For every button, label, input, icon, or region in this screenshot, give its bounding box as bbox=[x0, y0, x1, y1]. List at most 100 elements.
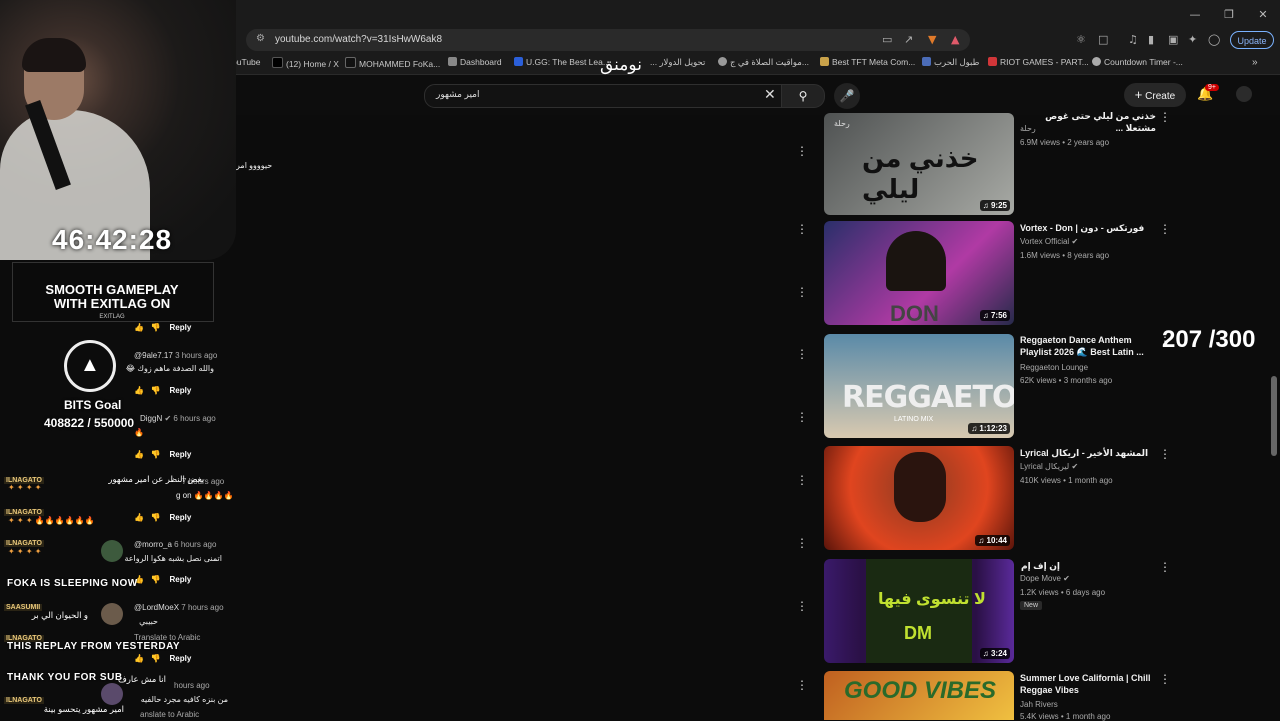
verified-icon: ✔ bbox=[1071, 462, 1079, 471]
video-thumbnail[interactable]: GOOD VIBES bbox=[824, 671, 1014, 720]
like-icon[interactable]: 👍 bbox=[134, 654, 144, 663]
bookmark-tft-meta[interactable]: Best TFT Meta Com... bbox=[820, 57, 915, 67]
comment-more-icon[interactable]: ⋮ bbox=[796, 285, 808, 299]
video-channel[interactable]: Vortex Official ✔ bbox=[1020, 237, 1078, 246]
like-icon[interactable]: 👍 bbox=[134, 323, 144, 332]
create-label: Create bbox=[1145, 91, 1176, 102]
create-button[interactable]: + Create bbox=[1124, 83, 1186, 107]
reply-button[interactable]: Reply bbox=[170, 450, 192, 459]
bookmark-prayer-times[interactable]: مواقيت الصلاة في ج... bbox=[718, 57, 809, 68]
vpn-icon[interactable]: ◯ bbox=[1208, 33, 1220, 46]
dislike-icon[interactable]: 👎 bbox=[151, 450, 161, 459]
close-icon[interactable]: ✕ bbox=[1246, 8, 1280, 21]
bookmark-tiktok[interactable]: MOHAMMED FoKa... bbox=[345, 57, 440, 69]
thumbnail-text: GOOD VIBES bbox=[844, 677, 997, 704]
video-duration: ♫ 1:12:23 bbox=[968, 423, 1010, 434]
share-icon[interactable]: ↗ bbox=[904, 33, 913, 46]
video-title[interactable]: إن إف إم bbox=[1020, 560, 1060, 572]
search-query[interactable]: امير مشهور bbox=[436, 89, 480, 100]
dislike-icon[interactable]: 👎 bbox=[151, 386, 161, 395]
video-title[interactable]: Lyrical المشهد الأخير - اريكال bbox=[1020, 447, 1156, 459]
commenter-avatar[interactable] bbox=[101, 603, 123, 625]
video-channel[interactable]: رحلة bbox=[1020, 124, 1036, 133]
bookmarks-overflow-icon[interactable]: » bbox=[1252, 57, 1258, 68]
video-thumbnail[interactable]: DON ♫ 7:56 bbox=[824, 221, 1014, 325]
video-channel[interactable]: Lyrical ليريكال ✔ bbox=[1020, 462, 1078, 471]
video-more-icon[interactable]: ⋮ bbox=[1159, 110, 1171, 124]
update-button[interactable]: Update bbox=[1230, 31, 1274, 49]
url-text[interactable]: youtube.com/watch?v=31IsHwW6ak8 bbox=[275, 34, 442, 45]
extensions-icon[interactable]: ⚛ bbox=[1076, 33, 1086, 46]
comment-more-icon[interactable]: ⋮ bbox=[796, 678, 808, 692]
video-duration: ♫ 9:25 bbox=[979, 200, 1010, 211]
bookmark-youtube[interactable]: ouTube bbox=[232, 57, 261, 67]
reader-icon[interactable]: □ bbox=[1098, 33, 1108, 46]
translate-link[interactable]: anslate to Arabic bbox=[140, 710, 199, 719]
comment-time: hours ago bbox=[174, 681, 210, 690]
sidebar-icon[interactable]: ▮ bbox=[1148, 33, 1154, 46]
video-title[interactable]: Summer Love California | Chill Reggae Vi… bbox=[1020, 672, 1156, 696]
dislike-icon[interactable]: 👎 bbox=[151, 323, 161, 332]
chat-username: ILNAGATO bbox=[4, 509, 44, 516]
bookmark-currency[interactable]: تحويل الدولار ... bbox=[650, 57, 705, 68]
comment-more-icon[interactable]: ⋮ bbox=[796, 144, 808, 158]
video-channel[interactable]: Jah Rivers bbox=[1020, 700, 1058, 709]
video-more-icon[interactable]: ⋮ bbox=[1159, 560, 1171, 574]
video-more-icon[interactable]: ⋮ bbox=[1159, 447, 1171, 461]
comment-more-icon[interactable]: ⋮ bbox=[796, 536, 808, 550]
comment-handle[interactable]: @LordMoeX bbox=[134, 603, 179, 612]
comment-more-icon[interactable]: ⋮ bbox=[796, 222, 808, 236]
like-icon[interactable]: 👍 bbox=[134, 386, 144, 395]
reply-button[interactable]: Reply bbox=[170, 654, 192, 663]
bookmark-x-home[interactable]: (12) Home / X bbox=[272, 57, 339, 69]
scrollbar-thumb[interactable] bbox=[1271, 376, 1277, 456]
reply-button[interactable]: Reply bbox=[170, 386, 192, 395]
dislike-icon[interactable]: 👎 bbox=[151, 575, 161, 584]
video-more-icon[interactable]: ⋮ bbox=[1159, 672, 1171, 686]
account-avatar[interactable] bbox=[1236, 86, 1252, 102]
video-title[interactable]: خذني من ليلي حتى غوص مشتعلا ... bbox=[1020, 110, 1156, 134]
video-thumbnail[interactable]: لا تنسوى فيها DM ♫ 3:24 bbox=[824, 559, 1014, 663]
bookmark-countdown[interactable]: Countdown Timer -... bbox=[1092, 57, 1183, 67]
like-icon[interactable]: 👍 bbox=[134, 513, 144, 522]
site-info-icon[interactable]: ⚙ bbox=[256, 33, 265, 44]
restore-icon[interactable]: ❐ bbox=[1212, 8, 1246, 21]
comment-more-icon[interactable]: ⋮ bbox=[796, 599, 808, 613]
cast-icon[interactable]: ▭ bbox=[882, 33, 892, 46]
video-title[interactable]: Vortex - Don | فورتكس - دون bbox=[1020, 222, 1156, 234]
video-title[interactable]: Reggaeton Dance Anthem Playlist 2026 🌊 B… bbox=[1020, 334, 1156, 358]
comment-handle[interactable]: @morro_a bbox=[134, 540, 172, 549]
minimize-icon[interactable]: — bbox=[1178, 8, 1212, 21]
video-channel[interactable]: Reggaeton Lounge bbox=[1020, 363, 1088, 372]
comment-more-icon[interactable]: ⋮ bbox=[796, 347, 808, 361]
bookmark-war-drums[interactable]: طبول الحرب bbox=[922, 57, 979, 68]
voice-search-button[interactable]: 🎤 bbox=[834, 83, 860, 109]
video-thumbnail[interactable]: REGGAETON LATINO MIX ♫ 1:12:23 bbox=[824, 334, 1014, 438]
wallet-icon[interactable]: ▣ bbox=[1168, 33, 1178, 46]
video-channel[interactable]: Dope Move ✔ bbox=[1020, 574, 1070, 583]
comment-more-icon[interactable]: ⋮ bbox=[796, 410, 808, 424]
commenter-avatar[interactable] bbox=[101, 683, 123, 705]
video-more-icon[interactable]: ⋮ bbox=[1159, 222, 1171, 236]
brave-shield-icon[interactable]: ▼ bbox=[928, 33, 936, 46]
comment-more-icon[interactable]: ⋮ bbox=[796, 473, 808, 487]
reply-button[interactable]: Reply bbox=[170, 575, 192, 584]
reply-button[interactable]: Reply bbox=[170, 323, 192, 332]
like-icon[interactable]: 👍 bbox=[134, 450, 144, 459]
video-thumbnail[interactable]: ♫ 10:44 bbox=[824, 446, 1014, 550]
search-button[interactable]: ⚲ bbox=[781, 84, 825, 108]
commenter-avatar[interactable] bbox=[101, 540, 123, 562]
bookmark-ugg[interactable]: U.GG: The Best Lea... bbox=[514, 57, 610, 67]
reply-button[interactable]: Reply bbox=[170, 513, 192, 522]
dislike-icon[interactable]: 👎 bbox=[151, 513, 161, 522]
clear-search-icon[interactable]: ✕ bbox=[764, 86, 776, 103]
bookmark-dashboard[interactable]: Dashboard bbox=[448, 57, 502, 67]
comment-handle[interactable]: DiggN bbox=[140, 414, 162, 423]
ai-icon[interactable]: ✦ bbox=[1188, 33, 1197, 46]
music-icon[interactable]: ♫ bbox=[1128, 33, 1138, 46]
dislike-icon[interactable]: 👎 bbox=[151, 654, 161, 663]
bookmark-riot-games[interactable]: RIOT GAMES - PART... bbox=[988, 57, 1089, 67]
comment-handle[interactable]: @9ale7.17 bbox=[134, 351, 173, 360]
rewards-icon[interactable]: ▲ bbox=[951, 33, 959, 46]
video-thumbnail[interactable]: رحلة خذني من ليلي ♫ 9:25 bbox=[824, 113, 1014, 215]
